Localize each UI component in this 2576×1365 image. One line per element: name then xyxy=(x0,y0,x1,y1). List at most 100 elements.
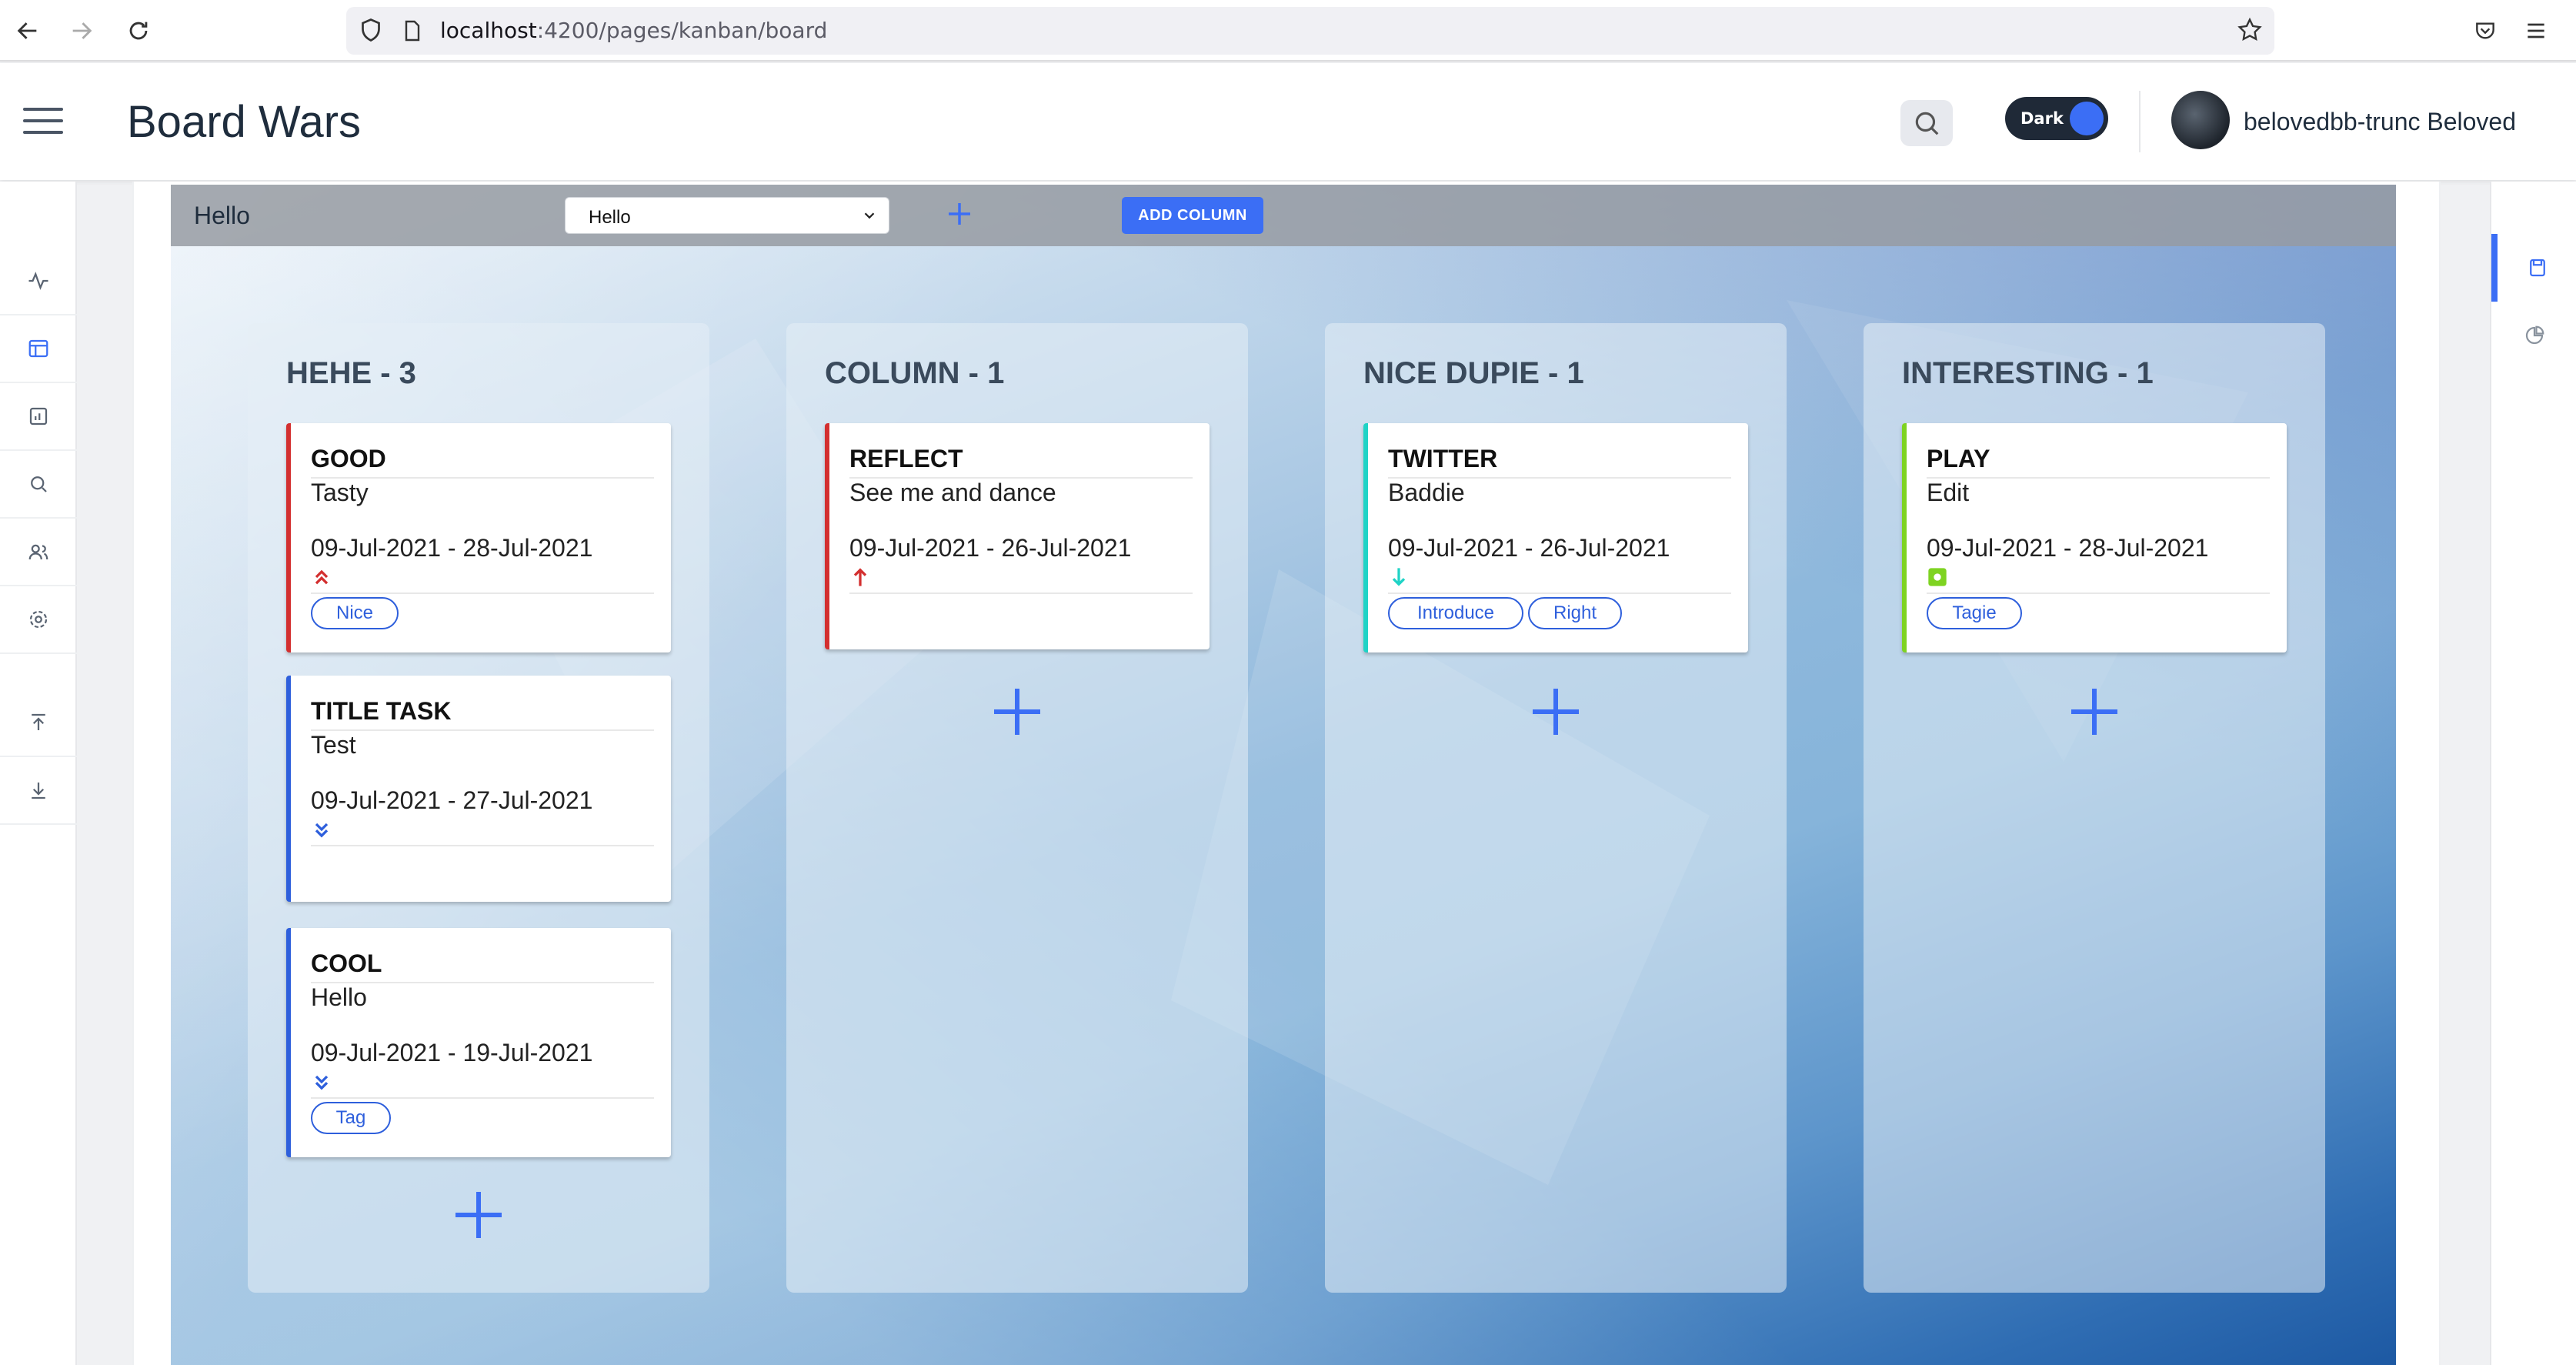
reload-icon xyxy=(129,22,148,40)
hamburger-icon xyxy=(2528,23,2544,38)
menu-icon[interactable] xyxy=(22,103,65,139)
add-board-icon[interactable] xyxy=(940,192,979,235)
forward-button[interactable] xyxy=(62,11,102,51)
header-search-button[interactable] xyxy=(1900,100,1953,146)
sidebar-item-search[interactable] xyxy=(0,451,77,519)
double-chevron-down-icon xyxy=(315,1075,329,1090)
pocket-button[interactable] xyxy=(2465,11,2505,51)
card-title: COOL xyxy=(311,949,382,977)
card-title: REFLECT xyxy=(849,445,963,472)
address-bar[interactable]: localhost:4200/pages/kanban/board xyxy=(346,7,2274,55)
download-icon xyxy=(32,783,45,799)
kanban-column: NICE DUPIE - 1 TWITTER Baddie 09-Jul-202… xyxy=(1325,323,1787,1293)
card-description: Edit xyxy=(1927,479,1970,506)
task-card[interactable]: TWITTER Baddie 09-Jul-2021 - 26-Jul-2021… xyxy=(1363,423,1748,652)
card-description: Baddie xyxy=(1388,479,1465,506)
theme-toggle-label: Dark xyxy=(2020,109,2064,128)
pocket-icon xyxy=(2476,22,2494,39)
column-title: COLUMN - 1 xyxy=(825,356,1005,390)
sidebar-item-download[interactable] xyxy=(0,757,77,825)
chevron-down-icon xyxy=(864,212,875,219)
shield-icon xyxy=(362,18,380,42)
add-card-icon[interactable] xyxy=(1529,685,1583,739)
double-chevron-down-icon xyxy=(315,823,329,838)
card-description: Tasty xyxy=(311,479,369,506)
card-divider xyxy=(311,729,654,731)
sidebar-item-report[interactable] xyxy=(0,383,77,451)
card-date: 09-Jul-2021 - 19-Jul-2021 xyxy=(311,1039,593,1066)
app-title: Board Wars xyxy=(127,97,362,147)
kanban-board: Hello Hello ADD COLUMN HEHE - 3 GOOD Tas… xyxy=(171,185,2396,1365)
header-divider xyxy=(2139,91,2141,152)
sidebar-item-activity[interactable] xyxy=(0,248,77,315)
kanban-column: COLUMN - 1 REFLECT See me and dance 09-J… xyxy=(786,323,1248,1293)
arrow-left-icon xyxy=(17,22,37,39)
arrow-down-icon xyxy=(1392,568,1406,586)
browser-menu-button[interactable] xyxy=(2516,11,2556,51)
sidebar-item-upload[interactable] xyxy=(0,689,77,757)
add-column-button[interactable]: ADD COLUMN xyxy=(1122,197,1263,234)
card-description: See me and dance xyxy=(849,479,1056,506)
task-card[interactable]: COOL Hello 09-Jul-2021 - 19-Jul-2021 Tag xyxy=(286,928,671,1157)
board-icon xyxy=(28,339,48,358)
search-icon xyxy=(1915,112,1939,135)
back-button[interactable] xyxy=(8,11,48,51)
upload-icon xyxy=(32,713,45,730)
column-title: HEHE - 3 xyxy=(286,356,416,390)
card-title: TWITTER xyxy=(1388,445,1498,472)
add-card-icon[interactable] xyxy=(990,685,1044,739)
double-chevron-up-icon xyxy=(315,569,329,585)
toggle-knob xyxy=(2070,102,2104,135)
page-icon xyxy=(405,20,420,42)
card-divider xyxy=(849,592,1193,594)
card-tag[interactable]: Introduce xyxy=(1388,597,1523,629)
card-tag[interactable]: Tag xyxy=(311,1102,391,1134)
star-icon[interactable] xyxy=(2236,16,2264,44)
right-sidebar-item-save[interactable] xyxy=(2491,234,2576,302)
card-title: TITLE TASK xyxy=(311,697,452,725)
app-header: Board Wars Dark belovedbb-trunc Beloved xyxy=(0,63,2576,180)
board-name: Hello xyxy=(194,202,250,229)
url-text[interactable]: localhost:4200/pages/kanban/board xyxy=(440,18,827,44)
sidebar-item-board[interactable] xyxy=(0,315,77,383)
reload-button[interactable] xyxy=(118,11,158,51)
board-select[interactable]: Hello xyxy=(565,197,889,234)
column-title: INTERESTING - 1 xyxy=(1902,356,2154,390)
sidebar-item-settings[interactable] xyxy=(0,586,77,654)
task-card[interactable]: PLAY Edit 09-Jul-2021 - 28-Jul-2021 Tagi… xyxy=(1902,423,2287,652)
browser-toolbar: localhost:4200/pages/kanban/board xyxy=(0,0,2576,62)
sidebar-item-users[interactable] xyxy=(0,519,77,586)
theme-toggle[interactable]: Dark xyxy=(2005,97,2108,140)
card-divider xyxy=(1927,477,2270,479)
card-tag[interactable]: Right xyxy=(1528,597,1622,629)
card-divider xyxy=(311,1097,654,1099)
task-card[interactable]: GOOD Tasty 09-Jul-2021 - 28-Jul-2021 Nic… xyxy=(286,423,671,652)
task-card[interactable]: TITLE TASK Test 09-Jul-2021 - 27-Jul-202… xyxy=(286,676,671,902)
arrow-up-icon xyxy=(853,568,867,586)
save-icon xyxy=(2530,259,2545,277)
add-card-icon[interactable] xyxy=(2067,685,2121,739)
card-description: Hello xyxy=(311,983,367,1011)
user-name[interactable]: belovedbb-trunc Beloved xyxy=(2244,106,2516,137)
settings-icon xyxy=(29,610,48,629)
column-title: NICE DUPIE - 1 xyxy=(1363,356,1584,390)
card-divider xyxy=(1927,592,2270,594)
add-card-icon[interactable] xyxy=(452,1188,506,1242)
card-tag[interactable]: Tagie xyxy=(1927,597,2022,629)
right-sidebar xyxy=(2490,182,2576,1365)
task-card[interactable]: REFLECT See me and dance 09-Jul-2021 - 2… xyxy=(825,423,1210,649)
card-date: 09-Jul-2021 - 27-Jul-2021 xyxy=(311,786,593,814)
left-sidebar xyxy=(0,182,77,1365)
kanban-column: HEHE - 3 GOOD Tasty 09-Jul-2021 - 28-Jul… xyxy=(248,323,709,1293)
card-title: GOOD xyxy=(311,445,386,472)
users-icon xyxy=(28,544,48,560)
dot-square-icon xyxy=(1928,568,1947,586)
card-tag[interactable]: Nice xyxy=(311,597,399,629)
url-host: localhost xyxy=(440,18,537,43)
board-toolbar: Hello Hello ADD COLUMN xyxy=(171,185,2396,246)
card-description: Test xyxy=(311,731,356,759)
avatar[interactable] xyxy=(2171,91,2230,149)
card-date: 09-Jul-2021 - 28-Jul-2021 xyxy=(311,534,593,562)
pie-chart-icon xyxy=(2525,325,2544,345)
right-sidebar-item-chart[interactable] xyxy=(2491,302,2576,369)
